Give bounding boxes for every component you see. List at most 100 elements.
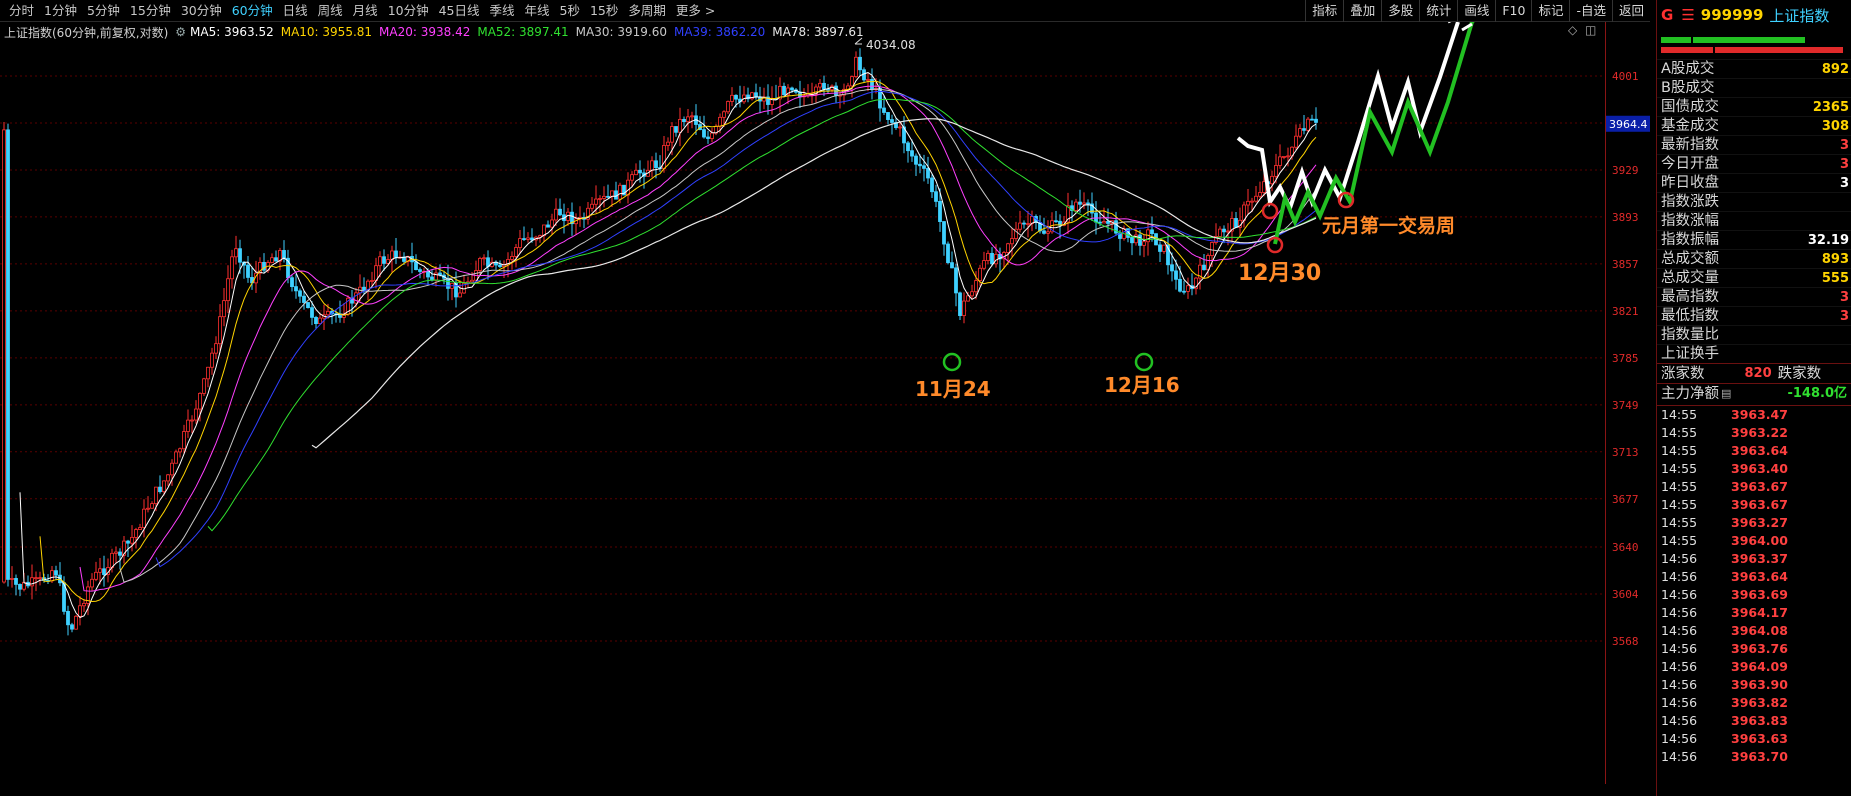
candle-body	[670, 126, 674, 143]
tick-price: 3963.64	[1731, 443, 1788, 458]
candle-body	[1078, 201, 1082, 205]
group-badge[interactable]: G	[1661, 6, 1673, 24]
candle-body	[390, 250, 394, 260]
settings-icon[interactable]: ⚙	[175, 25, 186, 39]
candle-body	[986, 252, 990, 261]
tick-price: 3963.76	[1731, 641, 1788, 656]
candle-body	[1010, 238, 1014, 245]
tick-row: 14:56 3963.82	[1657, 694, 1851, 712]
tool-button[interactable]: -自选	[1569, 0, 1612, 22]
candle-body	[14, 578, 18, 585]
candle-body	[382, 256, 386, 264]
stat-value: 2365	[1812, 100, 1849, 115]
period-tab[interactable]: 月线	[348, 0, 383, 22]
candle-body	[590, 203, 594, 209]
tick-row: 14:55 3963.67	[1657, 478, 1851, 496]
stock-code: 999999	[1700, 6, 1764, 24]
stat-row: 昨日收盘 3	[1657, 173, 1851, 192]
tick-time: 14:55	[1661, 461, 1698, 476]
candle-body	[882, 107, 886, 113]
tick-time: 14:56	[1661, 713, 1698, 728]
tick-time: 14:55	[1661, 407, 1698, 422]
candle-body	[414, 261, 418, 270]
tick-price: 3963.64	[1731, 569, 1788, 584]
period-tab[interactable]: 15分钟	[125, 0, 176, 22]
menu-icon[interactable]: ☰	[1681, 6, 1694, 24]
candle-body	[1006, 243, 1010, 253]
candle-body	[18, 584, 22, 590]
candle-body	[362, 286, 366, 291]
period-tab[interactable]: 15秒	[585, 0, 623, 22]
period-tab[interactable]: 1分钟	[39, 0, 82, 22]
ma20-line	[79, 85, 1317, 592]
period-tab[interactable]: 周线	[313, 0, 348, 22]
candle-body	[90, 578, 94, 588]
period-tab[interactable]: 60分钟	[227, 0, 278, 22]
candle-body	[118, 551, 122, 556]
tool-button[interactable]: 返回	[1611, 0, 1650, 22]
candle-body	[246, 264, 250, 278]
tick-row: 14:55 3963.47	[1657, 406, 1851, 424]
candle-body	[1234, 218, 1238, 228]
tick-time: 14:55	[1661, 443, 1698, 458]
tick-price: 3963.27	[1731, 515, 1788, 530]
period-tab[interactable]: 多周期	[623, 0, 671, 22]
stat-label: 国债成交	[1661, 99, 1719, 115]
candle-body	[1210, 242, 1214, 256]
candle-body	[166, 474, 170, 482]
candle-body	[1282, 156, 1286, 158]
tool-button[interactable]: 统计	[1419, 0, 1457, 22]
candle-body	[206, 366, 210, 380]
period-tab[interactable]: 分时	[4, 0, 39, 22]
candle-body	[446, 277, 450, 289]
candle-body	[634, 169, 638, 176]
candle-body	[94, 571, 98, 580]
period-tab[interactable]: 5分钟	[82, 0, 125, 22]
tool-button[interactable]: F10	[1495, 0, 1531, 22]
candle-body	[1302, 128, 1306, 131]
candle-body	[626, 179, 630, 196]
tick-row: 14:55 3964.00	[1657, 532, 1851, 550]
tool-button[interactable]: 指标	[1305, 0, 1343, 22]
period-tab[interactable]: 日线	[278, 0, 313, 22]
candle-body	[1054, 220, 1058, 223]
candle-body	[478, 258, 482, 271]
tool-button[interactable]: 叠加	[1343, 0, 1381, 22]
tool-button[interactable]: 画线	[1457, 0, 1495, 22]
candle-body	[710, 132, 714, 139]
period-tab[interactable]: 10分钟	[383, 0, 434, 22]
period-tab[interactable]: 30分钟	[176, 0, 227, 22]
candle-body	[702, 129, 706, 138]
stat-label: A股成交	[1661, 61, 1715, 77]
tick-time: 14:56	[1661, 677, 1698, 692]
kline-chart[interactable]: 4001396539293893385738213785374937133677…	[0, 22, 1655, 784]
tick-price: 3963.90	[1731, 677, 1788, 692]
tick-time: 14:56	[1661, 641, 1698, 656]
candle-body	[650, 160, 654, 171]
candle-body	[150, 503, 154, 509]
period-tab[interactable]: 季线	[485, 0, 520, 22]
ma-value: MA78: 3897.61	[772, 25, 864, 39]
tool-button[interactable]: 标记	[1531, 0, 1569, 22]
tick-list[interactable]: 14:55 3963.47 14:55 3963.22 14:55 3963.64 14:5…	[1657, 405, 1851, 766]
period-tab[interactable]: 45日线	[434, 0, 485, 22]
up-count-label: 涨家数	[1661, 366, 1705, 382]
period-tab[interactable]: 更多 >	[671, 0, 720, 22]
candle-body	[146, 507, 150, 510]
period-tab[interactable]: 5秒	[555, 0, 585, 22]
stat-row: 指数涨幅	[1657, 211, 1851, 230]
period-tab[interactable]: 年线	[520, 0, 555, 22]
netflow-icon[interactable]: ▤	[1721, 384, 1731, 403]
candle-body	[1226, 230, 1230, 233]
chart-annotation: 元月第一交易周	[1322, 214, 1455, 237]
low-circle-green	[1134, 352, 1154, 372]
candle-body	[290, 277, 294, 288]
candle-body	[306, 302, 310, 309]
stat-row: B股成交	[1657, 78, 1851, 97]
stat-value: 3	[1839, 138, 1849, 153]
candle-body	[526, 237, 530, 240]
chart-title: 上证指数(60分钟,前复权,对数)	[4, 25, 169, 40]
candle-body	[678, 119, 682, 133]
tool-button[interactable]: 多股	[1381, 0, 1419, 22]
tick-price: 3963.63	[1731, 731, 1788, 746]
